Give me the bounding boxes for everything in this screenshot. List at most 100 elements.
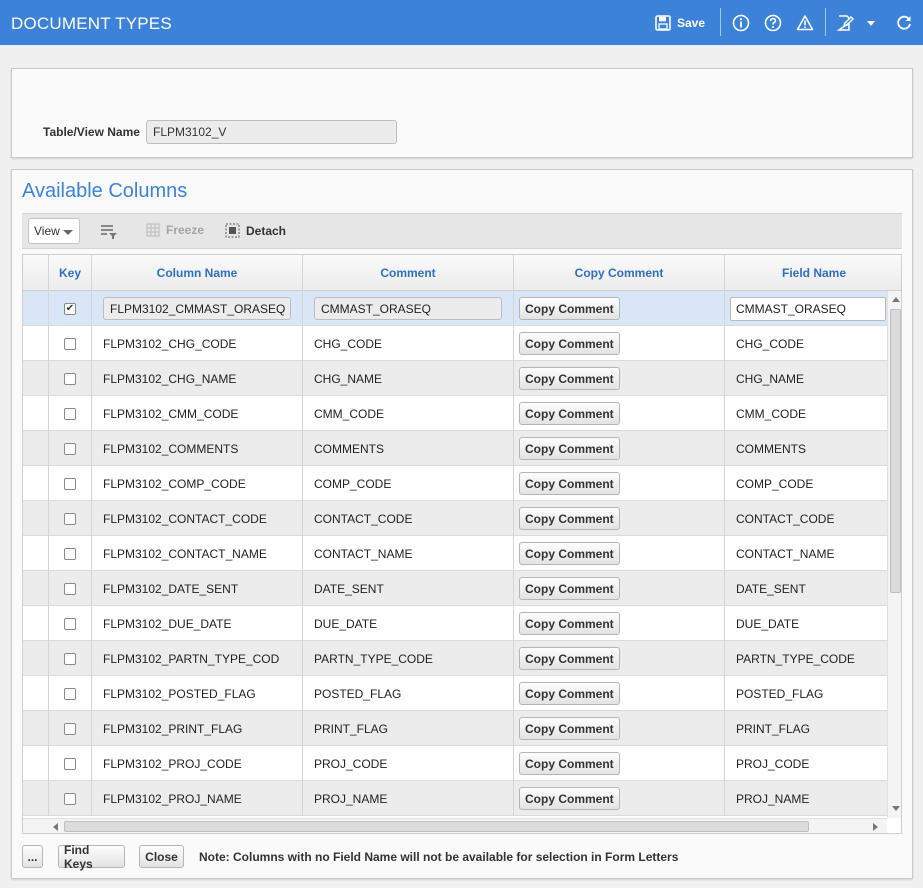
header-copy-comment[interactable]: Copy Comment (514, 255, 725, 291)
key-checkbox[interactable] (64, 442, 76, 455)
row-selector[interactable] (23, 466, 49, 501)
key-checkbox[interactable] (64, 757, 76, 770)
copy-comment-button[interactable]: Copy Comment (519, 682, 620, 705)
comment-text: POSTED_FLAG (314, 686, 402, 701)
row-selector[interactable] (23, 606, 49, 641)
row-selector[interactable] (23, 501, 49, 536)
key-checkbox[interactable] (64, 582, 76, 595)
table-row[interactable]: FLPM3102_DATE_SENT DATE_SENT Copy Comment D… (23, 571, 887, 606)
key-checkbox[interactable]: ✔ (64, 302, 76, 315)
key-checkbox[interactable] (64, 652, 76, 665)
row-selector[interactable] (23, 746, 49, 781)
key-checkbox[interactable] (64, 547, 76, 560)
scroll-right-icon[interactable] (873, 823, 878, 831)
table-row[interactable]: FLPM3102_COMMENTS COMMENTS Copy Comment COM… (23, 431, 887, 466)
copy-comment-button[interactable]: Copy Comment (519, 437, 620, 460)
view-dropdown[interactable]: View (28, 218, 80, 244)
scroll-up-icon[interactable] (892, 297, 900, 302)
key-checkbox[interactable] (64, 617, 76, 630)
refresh-button[interactable] (895, 12, 913, 34)
key-checkbox[interactable] (64, 337, 76, 350)
copy-comment-button[interactable]: Copy Comment (519, 787, 620, 810)
copy-comment-button[interactable]: Copy Comment (519, 612, 620, 635)
copy-comment-button[interactable]: Copy Comment (519, 577, 620, 600)
toolbar-separator (720, 8, 721, 36)
column-name-text: FLPM3102_PARTN_TYPE_COD (103, 651, 280, 666)
table-row[interactable]: FLPM3102_CMM_CODE CMM_CODE Copy Comment CMM… (23, 396, 887, 431)
table-view-name-field[interactable]: FLPM3102_V (146, 120, 397, 144)
key-checkbox[interactable] (64, 687, 76, 700)
close-button[interactable]: Close (139, 845, 184, 868)
key-checkbox[interactable] (64, 792, 76, 805)
column-name-text: FLPM3102_CHG_NAME (103, 371, 237, 386)
header-key[interactable]: Key (49, 255, 92, 291)
table-row[interactable]: FLPM3102_COMP_CODE COMP_CODE Copy Comment C… (23, 466, 887, 501)
key-checkbox[interactable] (64, 512, 76, 525)
row-selector[interactable] (23, 641, 49, 676)
header-field-name[interactable]: Field Name (725, 255, 901, 291)
header-column-name[interactable]: Column Name (92, 255, 303, 291)
row-selector[interactable] (23, 711, 49, 746)
edit-button[interactable] (836, 12, 854, 34)
copy-comment-button[interactable]: Copy Comment (519, 752, 620, 775)
save-button[interactable]: Save (655, 12, 705, 34)
copy-comment-button[interactable]: Copy Comment (519, 647, 620, 670)
detach-button[interactable]: Detach (225, 223, 286, 238)
more-options-button[interactable]: ... (22, 845, 43, 868)
scroll-down-icon[interactable] (892, 806, 900, 811)
row-selector[interactable] (23, 326, 49, 361)
table-row[interactable]: FLPM3102_CHG_CODE CHG_CODE Copy Comment CHG… (23, 326, 887, 361)
copy-comment-button[interactable]: Copy Comment (519, 332, 620, 355)
table-row[interactable]: FLPM3102_POSTED_FLAG POSTED_FLAG Copy Comm… (23, 676, 887, 711)
table-row[interactable]: FLPM3102_PROJ_CODE PROJ_CODE Copy Comment P… (23, 746, 887, 781)
more-dropdown-button[interactable] (866, 12, 876, 34)
row-selector[interactable] (23, 781, 49, 816)
row-selector[interactable] (23, 676, 49, 711)
vertical-scrollbar[interactable] (887, 291, 901, 818)
column-name-text: FLPM3102_CHG_CODE (103, 336, 237, 351)
scroll-left-icon[interactable] (53, 823, 58, 831)
field-name-input[interactable]: CMMAST_ORASEQ (730, 296, 886, 321)
help-button[interactable] (764, 12, 782, 34)
header-comment[interactable]: Comment (303, 255, 514, 291)
key-checkbox[interactable] (64, 372, 76, 385)
comment-field[interactable]: CMMAST_ORASEQ (314, 297, 502, 320)
copy-comment-button[interactable]: Copy Comment (519, 507, 620, 530)
row-selector[interactable] (23, 536, 49, 571)
row-selector[interactable] (23, 571, 49, 606)
footer-note: Note: Columns with no Field Name will no… (199, 850, 679, 864)
comment-text: COMP_CODE (314, 476, 392, 491)
freeze-button[interactable]: Freeze (146, 223, 204, 237)
table-row[interactable]: FLPM3102_CONTACT_CODE CONTACT_CODE Copy Co… (23, 501, 887, 536)
vertical-scroll-thumb[interactable] (890, 309, 901, 593)
table-row[interactable]: FLPM3102_PROJ_NAME PROJ_NAME Copy Comment P… (23, 781, 887, 816)
horizontal-scrollbar[interactable] (23, 818, 887, 833)
table-row[interactable]: FLPM3102_CHG_NAME CHG_NAME Copy Comment CHG… (23, 361, 887, 396)
table-row[interactable]: FLPM3102_PRINT_FLAG PRINT_FLAG Copy Commen… (23, 711, 887, 746)
column-name-cell: FLPM3102_PROJ_NAME (92, 781, 303, 816)
field-name-cell: CONTACT_NAME (725, 536, 887, 571)
row-selector[interactable] (23, 396, 49, 431)
info-button[interactable] (732, 12, 750, 34)
table-row[interactable]: FLPM3102_CONTACT_NAME CONTACT_NAME Copy Co… (23, 536, 887, 571)
key-checkbox[interactable] (64, 477, 76, 490)
copy-comment-button[interactable]: Copy Comment (519, 542, 620, 565)
copy-comment-button[interactable]: Copy Comment (519, 402, 620, 425)
copy-comment-button[interactable]: Copy Comment (519, 717, 620, 740)
table-row[interactable]: FLPM3102_PARTN_TYPE_COD PARTN_TYPE_CODE Co… (23, 641, 887, 676)
horizontal-scroll-thumb[interactable] (64, 821, 809, 832)
find-keys-button[interactable]: Find Keys (58, 843, 125, 871)
row-selector[interactable] (23, 361, 49, 396)
copy-comment-button[interactable]: Copy Comment (519, 367, 620, 390)
table-row[interactable]: ✔ FLPM3102_CMMAST_ORASEQ CMMAST_ORASEQ Copy… (23, 291, 887, 326)
filter-button[interactable] (100, 224, 118, 243)
copy-comment-button[interactable]: Copy Comment (519, 297, 620, 320)
row-selector[interactable] (23, 431, 49, 466)
row-selector[interactable] (23, 291, 49, 326)
warning-button[interactable] (796, 12, 814, 34)
key-checkbox[interactable] (64, 722, 76, 735)
table-row[interactable]: FLPM3102_DUE_DATE DUE_DATE Copy Comment DUE… (23, 606, 887, 641)
key-checkbox[interactable] (64, 407, 76, 420)
comment-text: CONTACT_NAME (314, 546, 413, 561)
copy-comment-button[interactable]: Copy Comment (519, 472, 620, 495)
